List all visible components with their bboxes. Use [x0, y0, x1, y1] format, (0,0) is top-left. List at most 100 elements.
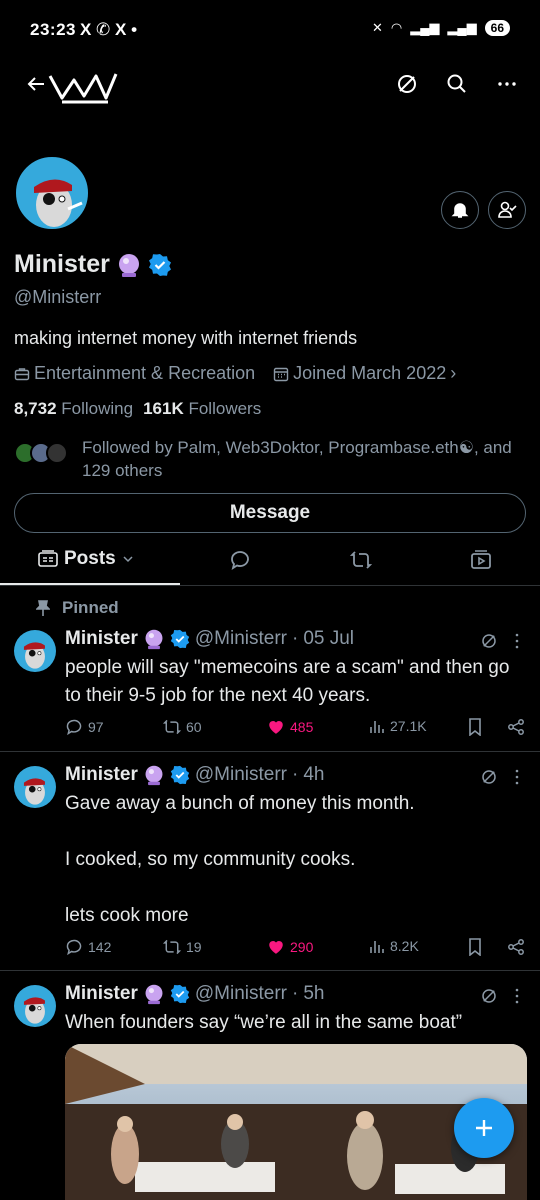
verified-badge-icon — [170, 629, 190, 649]
post-avatar[interactable] — [14, 630, 56, 672]
compose-fab-button[interactable] — [454, 1098, 514, 1158]
view-count: 8.2K — [390, 938, 419, 954]
profile-name: Minister — [14, 250, 110, 278]
post-handle: @Ministerr — [194, 628, 287, 649]
post-text: When founders say “we’re all in the same… — [65, 1012, 463, 1033]
share-icon — [508, 719, 524, 735]
profile-name-row: Minister — [14, 250, 172, 279]
share-button[interactable] — [507, 718, 525, 736]
tab-replies[interactable] — [229, 549, 251, 571]
pin-icon — [36, 600, 50, 616]
post-header: Minister @Ministerr · 4h — [65, 764, 324, 786]
repost-icon — [163, 939, 181, 955]
bookmark-icon — [469, 718, 481, 736]
like-button[interactable]: 290 — [267, 938, 313, 956]
reply-button[interactable]: 97 — [65, 718, 104, 736]
repost-icon — [163, 719, 181, 735]
views-button[interactable]: 8.2K — [369, 938, 419, 954]
post-divider — [0, 970, 540, 971]
repost-button[interactable]: 60 — [163, 718, 202, 736]
bookmark-button[interactable] — [467, 938, 483, 956]
battery-badge: 66 — [484, 20, 510, 36]
following-label: Following — [61, 399, 134, 418]
profile-meta: Entertainment & Recreation Joined March … — [14, 363, 456, 384]
share-icon — [508, 939, 524, 955]
message-button[interactable]: Message — [14, 493, 526, 533]
like-button[interactable]: 485 — [267, 718, 313, 736]
profile-bio: making internet money with internet frie… — [14, 328, 358, 348]
followed-by-row[interactable]: Followed by Palm, Web3Doktor, Programbas… — [14, 436, 532, 482]
crystal-ball-icon — [116, 252, 142, 278]
post-more-icon[interactable] — [512, 632, 522, 650]
posts-tab-icon — [38, 550, 58, 567]
profile-handle: @Ministerr — [14, 287, 102, 307]
post-author-name[interactable]: Minister — [65, 983, 138, 1005]
post-author-name[interactable]: Minister — [65, 764, 138, 786]
post-divider — [0, 751, 540, 752]
grok-icon[interactable] — [480, 768, 498, 786]
grok-icon[interactable] — [480, 987, 498, 1005]
reply-button[interactable]: 142 — [65, 938, 111, 956]
category-label: Entertainment & Recreation — [34, 363, 256, 383]
verified-badge-icon — [148, 253, 172, 277]
grok-icon[interactable] — [395, 72, 419, 96]
more-icon[interactable] — [495, 72, 519, 96]
followers-link[interactable]: 161K Followers — [143, 399, 261, 419]
followed-by-text: Followed by Palm, Web3Doktor, Programbas… — [82, 438, 512, 480]
views-icon — [370, 721, 384, 733]
crystal-ball-icon — [145, 984, 163, 1005]
tab-posts[interactable]: Posts — [38, 548, 134, 570]
following-link[interactable]: 8,732 Following — [14, 399, 133, 419]
search-icon[interactable] — [445, 72, 469, 96]
tab-media[interactable] — [470, 549, 492, 571]
wifi-icon: ◠ — [390, 20, 403, 35]
joined-item[interactable]: Joined March 2022 › — [273, 363, 456, 384]
like-count: 485 — [290, 719, 314, 735]
following-button[interactable] — [488, 191, 526, 229]
pinned-indicator: Pinned — [36, 598, 119, 618]
follow-stats: 8,732 Following 161K Followers — [14, 399, 261, 419]
signal-icon: ▂▄▆ — [410, 20, 440, 35]
post-more-icon[interactable] — [512, 987, 522, 1005]
crown-logo-icon — [44, 62, 120, 110]
heart-filled-icon — [269, 721, 283, 734]
post-handle: @Ministerr — [194, 983, 287, 1004]
notify-bell-button[interactable] — [441, 191, 479, 229]
chevron-right-icon: › — [450, 363, 457, 383]
follower-avatar — [46, 442, 68, 464]
dot-separator: · — [291, 628, 299, 649]
post-avatar[interactable] — [14, 766, 56, 808]
post-time: 5h — [303, 983, 325, 1004]
repost-button[interactable]: 19 — [163, 938, 202, 956]
bookmark-button[interactable] — [467, 718, 483, 736]
bell-icon — [451, 203, 469, 218]
share-button[interactable] — [507, 938, 525, 956]
tab-reposts[interactable] — [350, 549, 372, 571]
post-handle: @Ministerr — [194, 764, 287, 785]
followers-label: Followers — [188, 399, 262, 418]
reply-count: 142 — [88, 939, 112, 955]
reply-count: 97 — [88, 719, 104, 735]
post-author-name[interactable]: Minister — [65, 628, 138, 650]
crystal-ball-icon — [145, 629, 163, 650]
mute-icon: ✕ — [371, 20, 383, 35]
heart-filled-icon — [269, 941, 283, 954]
post-text: people will say "memecoins are a scam" a… — [65, 657, 510, 706]
active-tab-indicator — [0, 583, 180, 585]
views-button[interactable]: 27.1K — [369, 718, 427, 734]
post-time: 05 Jul — [303, 628, 355, 649]
crystal-ball-icon — [145, 765, 163, 786]
like-count: 290 — [290, 939, 314, 955]
verified-badge-icon — [170, 984, 190, 1004]
views-icon — [370, 941, 384, 953]
following-count: 8,732 — [14, 399, 57, 418]
post-avatar[interactable] — [14, 985, 56, 1027]
dot-separator: · — [291, 764, 299, 785]
calendar-icon — [273, 367, 289, 381]
signal-icon-2: ▂▄▆ — [447, 20, 477, 35]
profile-avatar[interactable] — [14, 155, 90, 231]
media-icon — [471, 550, 491, 569]
grok-icon[interactable] — [480, 632, 498, 650]
post-more-icon[interactable] — [512, 768, 522, 786]
view-count: 27.1K — [390, 718, 427, 734]
